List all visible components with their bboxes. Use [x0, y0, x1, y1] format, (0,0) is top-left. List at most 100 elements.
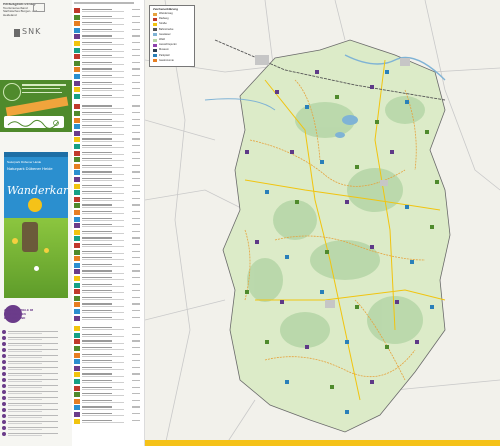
map-poi-marker[interactable]	[405, 205, 409, 209]
map-poi-marker[interactable]	[435, 180, 439, 184]
map-poi-marker[interactable]	[425, 130, 429, 134]
map-poi-marker[interactable]	[415, 340, 419, 344]
map-poi-marker[interactable]	[255, 240, 259, 244]
sight-list-item[interactable]	[2, 330, 70, 335]
map-poi-marker[interactable]	[375, 120, 379, 124]
list-item[interactable]	[74, 295, 142, 302]
list-item[interactable]	[74, 170, 142, 176]
list-item[interactable]	[74, 117, 142, 124]
list-item[interactable]	[74, 256, 142, 262]
map-poi-marker[interactable]	[390, 150, 394, 154]
list-item[interactable]	[74, 269, 142, 275]
list-item[interactable]	[74, 80, 142, 87]
list-item[interactable]	[74, 87, 142, 93]
list-item[interactable]	[74, 111, 142, 117]
map-poi-marker[interactable]	[285, 380, 289, 384]
sight-list-item[interactable]	[2, 360, 70, 365]
map-poi-marker[interactable]	[430, 225, 434, 229]
map-poi-marker[interactable]	[290, 150, 294, 154]
list-item[interactable]	[74, 249, 142, 256]
list-item[interactable]	[74, 104, 142, 110]
list-item[interactable]	[74, 223, 142, 229]
list-item[interactable]	[74, 315, 142, 322]
list-item[interactable]	[74, 130, 142, 137]
list-item[interactable]	[74, 93, 142, 100]
list-item[interactable]	[74, 236, 142, 242]
sight-list-item[interactable]	[2, 342, 70, 347]
list-item[interactable]	[74, 392, 142, 398]
list-item[interactable]	[74, 282, 142, 289]
list-item[interactable]	[74, 243, 142, 249]
map-poi-marker[interactable]	[320, 290, 324, 294]
map-poi-marker[interactable]	[285, 255, 289, 259]
map-poi-marker[interactable]	[385, 70, 389, 74]
map-poi-marker[interactable]	[355, 165, 359, 169]
sight-list-item[interactable]	[2, 390, 70, 395]
list-item[interactable]	[74, 309, 142, 315]
list-item[interactable]	[74, 276, 142, 282]
map-poi-marker[interactable]	[345, 410, 349, 414]
map-poi-marker[interactable]	[410, 260, 414, 264]
list-item[interactable]	[74, 137, 142, 143]
map-poi-marker[interactable]	[280, 300, 284, 304]
list-item[interactable]	[74, 34, 142, 40]
list-item[interactable]	[74, 302, 142, 308]
map-poi-marker[interactable]	[345, 340, 349, 344]
sight-list-item[interactable]	[2, 378, 70, 383]
map-poi-marker[interactable]	[330, 385, 334, 389]
map-poi-marker[interactable]	[370, 380, 374, 384]
list-item[interactable]	[74, 385, 142, 392]
list-item[interactable]	[74, 60, 142, 67]
list-item[interactable]	[74, 289, 142, 295]
list-item[interactable]	[74, 216, 142, 223]
list-item[interactable]	[74, 412, 142, 418]
list-item[interactable]	[74, 41, 142, 47]
map-poi-marker[interactable]	[245, 150, 249, 154]
list-item[interactable]	[74, 326, 142, 332]
sight-list-item[interactable]	[2, 366, 70, 371]
sight-list-item[interactable]	[2, 432, 70, 437]
sight-list-item[interactable]	[2, 420, 70, 425]
sight-list-item[interactable]	[2, 384, 70, 389]
map-poi-marker[interactable]	[315, 70, 319, 74]
map-poi-marker[interactable]	[430, 305, 434, 309]
map-poi-marker[interactable]	[265, 340, 269, 344]
sight-list-item[interactable]	[2, 396, 70, 401]
map-poi-marker[interactable]	[370, 85, 374, 89]
list-item[interactable]	[74, 352, 142, 359]
map-poi-marker[interactable]	[325, 250, 329, 254]
list-item[interactable]	[74, 359, 142, 365]
list-item[interactable]	[74, 124, 142, 130]
map-poi-marker[interactable]	[370, 245, 374, 249]
list-item[interactable]	[74, 210, 142, 216]
list-item[interactable]	[74, 372, 142, 378]
list-item[interactable]	[74, 47, 142, 54]
map-poi-marker[interactable]	[335, 95, 339, 99]
list-item[interactable]	[74, 144, 142, 150]
list-item[interactable]	[74, 8, 142, 14]
sight-list-item[interactable]	[2, 372, 70, 377]
sight-list-item[interactable]	[2, 426, 70, 431]
list-item[interactable]	[74, 74, 142, 80]
list-item[interactable]	[74, 379, 142, 385]
list-item[interactable]	[74, 339, 142, 345]
list-item[interactable]	[74, 150, 142, 157]
map-canvas[interactable]: Zeichenerklärung Wanderweg Radweg Straße Ba…	[145, 0, 500, 446]
map-poi-marker[interactable]	[265, 190, 269, 194]
map-poi-marker[interactable]	[245, 290, 249, 294]
list-item[interactable]	[74, 196, 142, 203]
sight-list-item[interactable]	[2, 402, 70, 407]
list-item[interactable]	[74, 54, 142, 60]
map-poi-marker[interactable]	[295, 200, 299, 204]
map-poi-marker[interactable]	[385, 345, 389, 349]
list-item[interactable]	[74, 262, 142, 269]
list-item[interactable]	[74, 398, 142, 405]
list-item[interactable]	[74, 177, 142, 183]
list-item[interactable]	[74, 190, 142, 196]
map-poi-marker[interactable]	[320, 160, 324, 164]
map-poi-marker[interactable]	[355, 305, 359, 309]
list-item[interactable]	[74, 332, 142, 339]
map-poi-marker[interactable]	[305, 105, 309, 109]
list-item[interactable]	[74, 21, 142, 27]
list-item[interactable]	[74, 365, 142, 372]
